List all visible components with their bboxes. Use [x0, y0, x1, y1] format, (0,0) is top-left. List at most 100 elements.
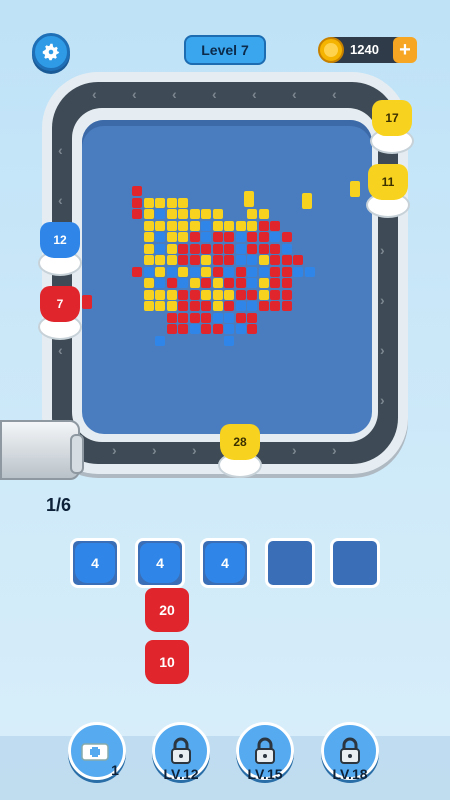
pixel-block	[293, 255, 303, 265]
pixel-block	[201, 312, 211, 323]
queue-count: 20	[159, 602, 175, 618]
pixel-block	[155, 209, 165, 219]
pixel-block	[235, 232, 246, 242]
pixel-block	[258, 255, 269, 265]
lock-icon	[340, 737, 360, 764]
pixel-block	[166, 197, 177, 208]
pixel-block	[178, 324, 188, 334]
track-shooter[interactable]: 17	[372, 100, 412, 136]
pixel-block	[155, 289, 165, 300]
pixel-block	[270, 220, 280, 231]
shooter-progress: 1/6	[46, 495, 72, 515]
pixel-block	[224, 324, 234, 334]
pixel-block	[235, 312, 246, 323]
pixel-block	[155, 301, 165, 311]
slot[interactable]: 4	[200, 538, 250, 588]
pixel-block	[189, 289, 200, 300]
track-shooter[interactable]: 11	[368, 164, 408, 200]
pixel-block	[224, 335, 234, 346]
lock-icon	[255, 737, 275, 764]
pixel-block	[155, 243, 165, 254]
pixel-block	[201, 278, 211, 288]
pixel-block	[178, 301, 188, 311]
pixel-block	[143, 278, 154, 288]
pixel-block	[189, 232, 200, 242]
pixel-block	[212, 312, 223, 323]
pixel-block	[212, 232, 223, 242]
pixel-board	[82, 120, 372, 434]
slot-shooter[interactable]: 4	[75, 543, 115, 583]
queue-shooter[interactable]: 20	[145, 588, 189, 632]
slot[interactable]: 4	[135, 538, 185, 588]
pixel-block	[281, 301, 292, 311]
pixel-block	[212, 243, 223, 254]
pixel-block	[143, 197, 154, 208]
pixel-block	[201, 220, 211, 231]
shooter-count: 28	[233, 435, 247, 449]
slot-shooter[interactable]: 4	[205, 543, 245, 583]
pixel-block	[189, 278, 200, 288]
pixel-block	[166, 243, 177, 254]
pixel-block	[281, 289, 292, 300]
pixel-block	[189, 209, 200, 219]
pixel-block	[132, 266, 142, 277]
settings-button[interactable]	[32, 33, 70, 71]
pixel-block	[178, 312, 188, 323]
pixel-block	[247, 289, 257, 300]
slot-empty[interactable]	[265, 538, 315, 588]
pixel-block	[143, 209, 154, 219]
slot[interactable]: 4	[70, 538, 120, 588]
pixel-block	[212, 255, 223, 265]
pixel-block	[166, 255, 177, 265]
queue-shooter[interactable]: 10	[145, 640, 189, 684]
pixel-block	[132, 209, 142, 219]
pixel-block	[132, 186, 142, 196]
track-shooter[interactable]: 28	[220, 424, 260, 460]
slot-shooter[interactable]: 4	[140, 543, 180, 583]
pixel-block	[224, 278, 234, 288]
coin-amount: 1240	[350, 42, 379, 57]
pixel-block	[247, 232, 257, 242]
level-title: Level 7	[184, 35, 266, 65]
add-coins-button[interactable]: +	[393, 37, 417, 63]
pixel-block	[201, 232, 211, 242]
pixel-block	[166, 278, 177, 288]
pixel-block	[293, 266, 303, 277]
pixel-block	[201, 289, 211, 300]
pixel-block	[247, 220, 257, 231]
flying-pixel	[244, 191, 254, 207]
flying-pixel	[350, 181, 360, 197]
pixel-block	[224, 255, 234, 265]
slot-count: 4	[156, 555, 164, 571]
pixel-block	[212, 324, 223, 334]
pixel-block	[258, 266, 269, 277]
pixel-block	[224, 312, 234, 323]
pixel-block	[189, 243, 200, 254]
queue-count: 10	[159, 654, 175, 670]
pixel-block	[178, 278, 188, 288]
track-shooter[interactable]: 7	[40, 286, 80, 322]
pixel-block	[178, 255, 188, 265]
pixel-block	[270, 289, 280, 300]
pixel-block	[143, 266, 154, 277]
pixel-block	[155, 197, 165, 208]
slot-empty[interactable]	[330, 538, 380, 588]
pixel-block	[155, 278, 165, 288]
track-shooter[interactable]: 12	[40, 222, 80, 258]
pixel-block	[224, 232, 234, 242]
pixel-block	[235, 255, 246, 265]
pixel-block	[281, 232, 292, 242]
pixel-block	[166, 266, 177, 277]
pixel-block	[235, 220, 246, 231]
pixel-block	[212, 301, 223, 311]
pixel-block	[189, 324, 200, 334]
slot-count: 4	[91, 555, 99, 571]
pixel-block	[212, 289, 223, 300]
gear-icon	[42, 43, 60, 61]
pixel-block	[235, 278, 246, 288]
pixel-block	[258, 243, 269, 254]
pixel-block	[247, 324, 257, 334]
pixel-block	[155, 232, 165, 242]
pixel-block	[247, 209, 257, 219]
pixel-block	[247, 266, 257, 277]
